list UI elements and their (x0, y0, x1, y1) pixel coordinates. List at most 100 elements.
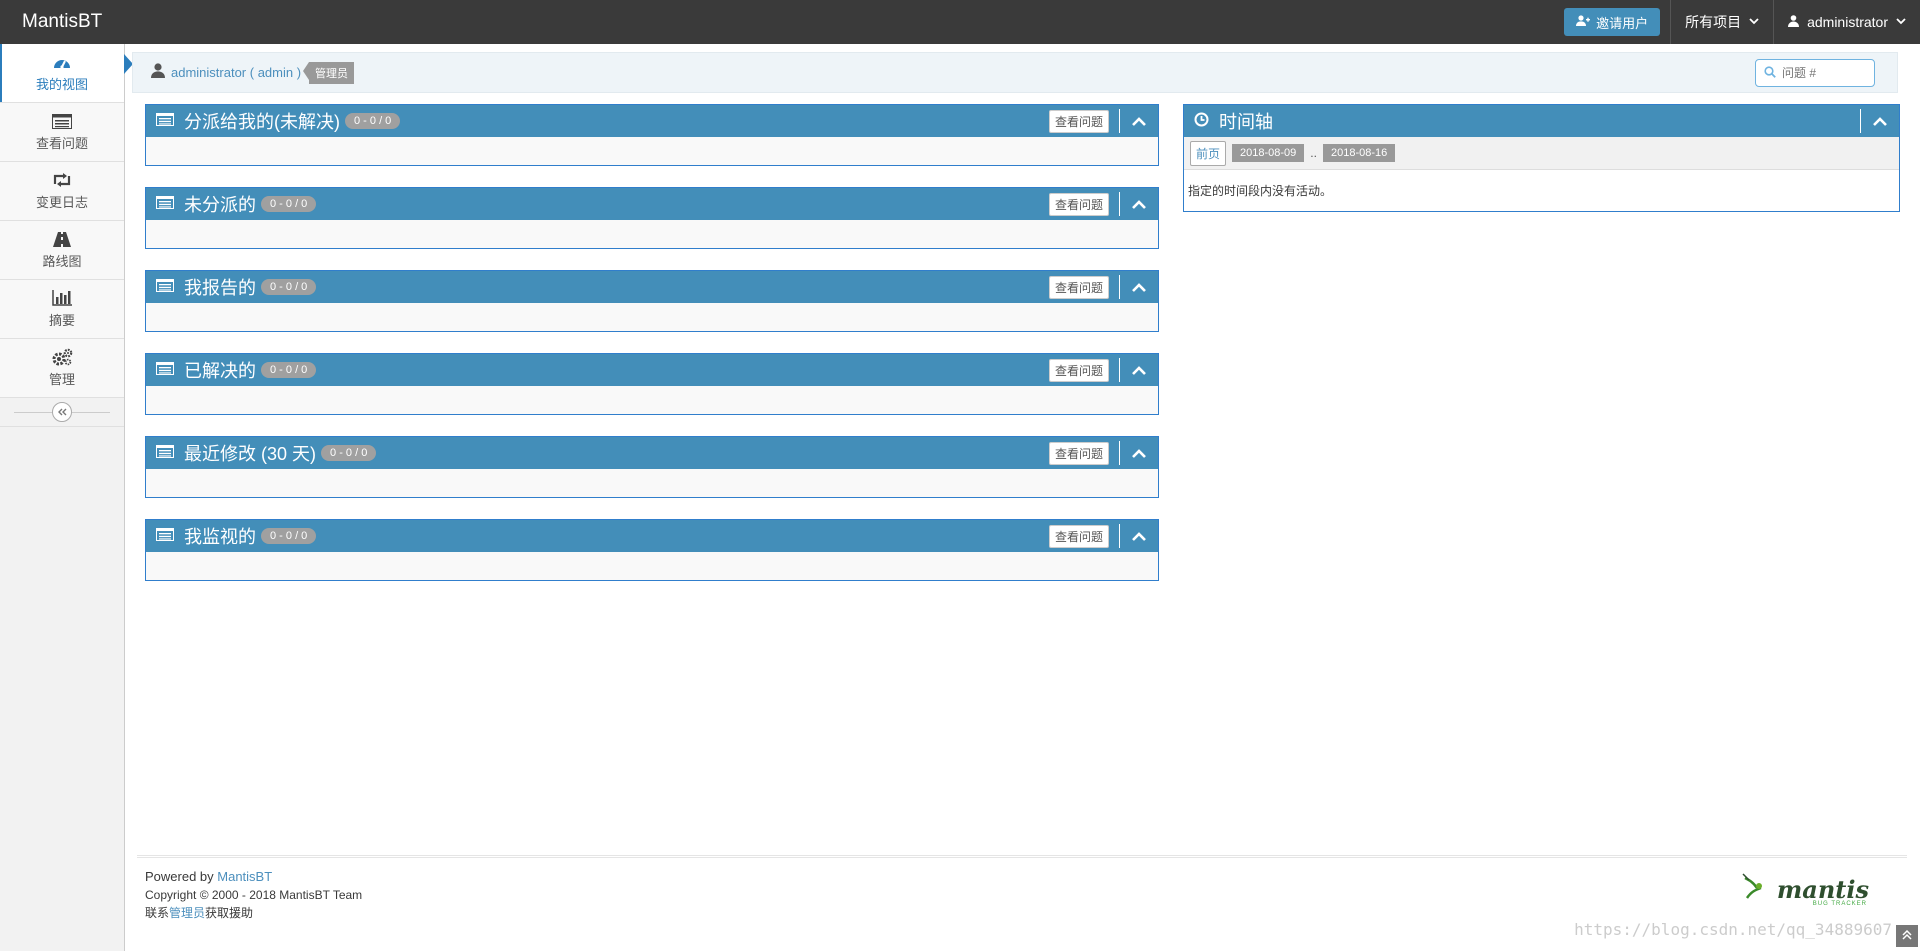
project-menu[interactable]: 所有项目 (1670, 0, 1773, 44)
chevron-up-icon[interactable] (1132, 279, 1146, 295)
prev-page-button[interactable]: 前页 (1190, 140, 1227, 166)
role-badge: 管理员 (303, 61, 355, 84)
dashboard-icon (52, 53, 72, 71)
chevron-up-icon[interactable] (1132, 196, 1146, 212)
timeline-widget: 时间轴 前页 2018-08-09 .. 2018-08-16 指定的时间段内没… (1183, 104, 1900, 212)
count-badge: 0 - 0 / 0 (261, 362, 317, 378)
sidebar: 我的视图 查看问题 变更日志 路线图 摘要 管理 (0, 44, 133, 951)
count-badge: 0 - 0 / 0 (345, 113, 401, 129)
timeline-toolbar: 前页 2018-08-09 .. 2018-08-16 (1184, 137, 1899, 170)
user-icon (1788, 14, 1800, 30)
count-badge: 0 - 0 / 0 (261, 528, 317, 544)
divider (1119, 275, 1120, 299)
widget-title: 分派给我的(未解决) (184, 112, 340, 132)
invite-user-button[interactable]: 邀请用户 (1564, 8, 1661, 36)
widget-recent-modified: 最近修改 (30 天) 0 - 0 / 0 查看问题 (145, 436, 1159, 498)
sidebar-item-label: 我的视图 (35, 77, 88, 92)
list-icon (52, 112, 72, 130)
divider (1119, 441, 1120, 465)
gears-icon (51, 348, 73, 366)
timeline-header: 时间轴 (1184, 105, 1899, 137)
widget-body (146, 469, 1158, 497)
view-issues-button[interactable]: 查看问题 (1048, 441, 1109, 465)
powered-by-line: Powered by MantisBT (145, 868, 1907, 886)
widget-title: 最近修改 (30 天) (184, 444, 317, 464)
footer: Powered by MantisBT Copyright © 2000 - 2… (137, 855, 1907, 922)
view-issues-button[interactable]: 查看问题 (1048, 192, 1109, 216)
widget-header: 我报告的 0 - 0 / 0 查看问题 (146, 271, 1158, 303)
widget-body (146, 386, 1158, 414)
issue-number-input[interactable] (1782, 66, 1862, 80)
widget-title: 我监视的 (184, 527, 256, 547)
date-to-badge: 2018-08-16 (1322, 144, 1396, 162)
view-issues-button[interactable]: 查看问题 (1048, 358, 1109, 382)
timeline-empty-message: 指定的时间段内没有活动。 (1188, 184, 1333, 198)
sidebar-item-summary[interactable]: 摘要 (0, 280, 124, 339)
date-separator: .. (1310, 146, 1317, 160)
issue-search-box (1755, 59, 1875, 87)
divider (1119, 358, 1120, 382)
widget-title: 已解决的 (184, 361, 256, 381)
widget-body (146, 137, 1158, 165)
widget-resolved: 已解决的 0 - 0 / 0 查看问题 (145, 353, 1159, 415)
collapse-sidebar-button[interactable] (52, 402, 72, 422)
sidebar-item-view-issues[interactable]: 查看问题 (0, 103, 124, 162)
timeline-title: 时间轴 (1219, 112, 1273, 132)
count-badge: 0 - 0 / 0 (261, 196, 317, 212)
chevron-up-icon[interactable] (1132, 113, 1146, 129)
list-icon (156, 445, 174, 461)
user-icon (151, 63, 165, 82)
retweet-icon (52, 171, 72, 189)
clock-icon (1194, 112, 1209, 130)
mantisbt-link[interactable]: MantisBT (217, 869, 272, 884)
widget-body (146, 552, 1158, 580)
double-chevron-left-icon (57, 405, 67, 419)
divider (1119, 192, 1120, 216)
search-icon (1764, 65, 1776, 81)
sidebar-item-label: 摘要 (48, 313, 75, 328)
widget-assigned: 分派给我的(未解决) 0 - 0 / 0 查看问题 (145, 104, 1159, 166)
list-icon (156, 528, 174, 544)
user-plus-icon (1576, 14, 1591, 30)
divider (1119, 524, 1120, 548)
sidebar-item-label: 查看问题 (35, 136, 88, 151)
date-from-badge: 2018-08-09 (1232, 144, 1305, 162)
admin-contact-link[interactable]: 管理员 (169, 906, 205, 920)
scroll-to-top-button[interactable] (1896, 925, 1918, 947)
powered-by-text: Powered by (145, 869, 218, 884)
user-menu[interactable]: administrator (1773, 0, 1920, 44)
view-issues-button[interactable]: 查看问题 (1048, 109, 1109, 133)
watermark: https://blog.csdn.net/qq_34889607 (1574, 920, 1892, 939)
list-icon (156, 279, 174, 295)
sidebar-collapse-bar (0, 398, 124, 427)
chevron-up-icon[interactable] (1132, 445, 1146, 461)
chevron-up-icon[interactable] (1132, 528, 1146, 544)
view-issues-button[interactable]: 查看问题 (1048, 275, 1109, 299)
sidebar-item-label: 管理 (48, 372, 75, 387)
contact-suffix: 获取援助 (205, 906, 254, 920)
sidebar-item-my-view[interactable]: 我的视图 (0, 44, 133, 103)
widget-header: 已解决的 0 - 0 / 0 查看问题 (146, 354, 1158, 386)
widget-unassigned: 未分派的 0 - 0 / 0 查看问题 (145, 187, 1159, 249)
mantis-insect-icon (1741, 872, 1775, 907)
sidebar-item-label: 路线图 (42, 254, 82, 269)
view-issues-button[interactable]: 查看问题 (1048, 524, 1109, 548)
mantis-logo[interactable]: mantis BUG TRACKER (1741, 872, 1869, 907)
current-user-link[interactable]: administrator ( admin ) (171, 65, 301, 80)
list-icon (156, 362, 174, 378)
widget-title: 未分派的 (184, 195, 256, 215)
chevron-up-icon[interactable] (1132, 362, 1146, 378)
divider (1860, 109, 1861, 133)
sidebar-item-changelog[interactable]: 变更日志 (0, 162, 124, 221)
chevron-up-icon[interactable] (1873, 113, 1887, 129)
mantis-logo-subtext: BUG TRACKER (1812, 901, 1867, 907)
sidebar-item-roadmap[interactable]: 路线图 (0, 221, 124, 280)
widget-body (146, 303, 1158, 331)
sidebar-item-manage[interactable]: 管理 (0, 339, 124, 398)
chevron-down-icon (1896, 17, 1906, 28)
bar-chart-icon (52, 289, 72, 307)
chevron-down-icon (1749, 17, 1759, 28)
widget-header: 分派给我的(未解决) 0 - 0 / 0 查看问题 (146, 105, 1158, 137)
count-badge: 0 - 0 / 0 (321, 445, 377, 461)
brand-logo[interactable]: MantisBT (0, 11, 200, 33)
